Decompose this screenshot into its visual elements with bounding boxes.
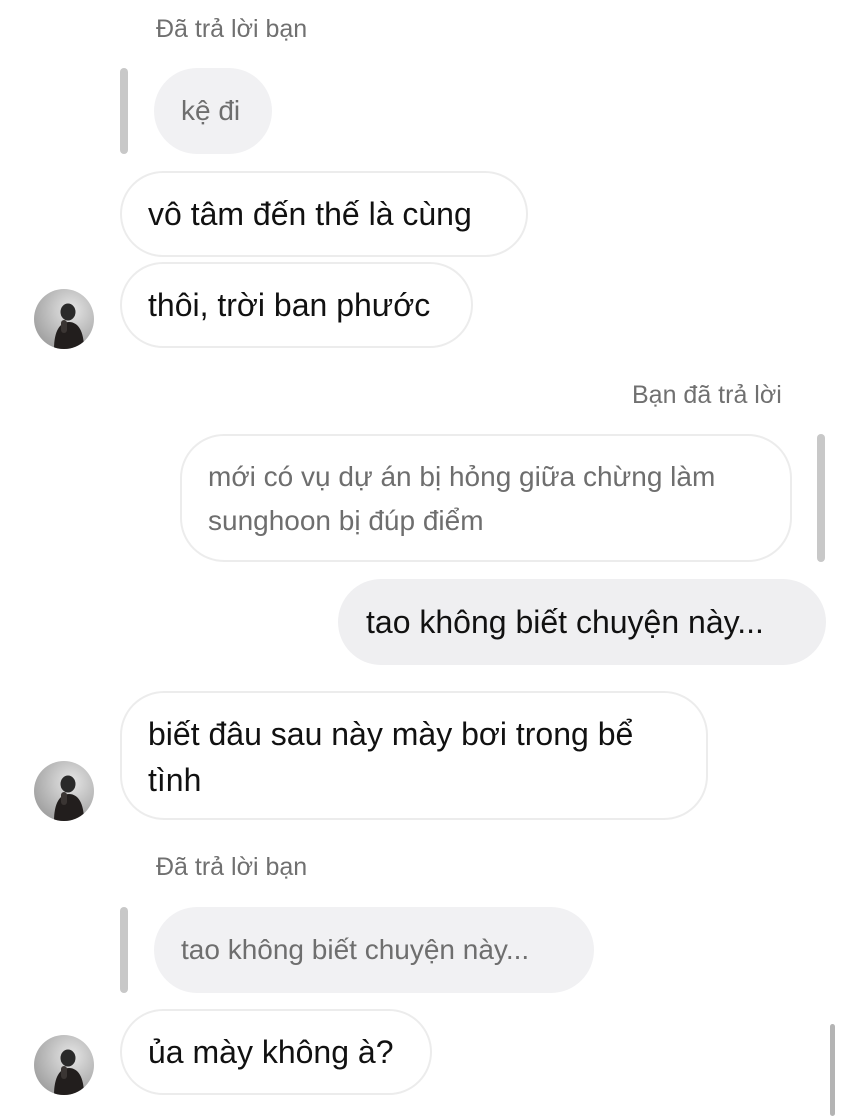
reply-caption: Đã trả lời bạn xyxy=(156,853,308,881)
scrollbar[interactable] xyxy=(830,1024,835,1116)
user-avatar-icon xyxy=(54,303,84,349)
avatar[interactable] xyxy=(34,1035,94,1095)
user-avatar-icon xyxy=(54,1049,84,1095)
reply-caption: Bạn đã trả lời xyxy=(632,381,782,409)
quoted-message-bubble[interactable]: mới có vụ dự án bị hỏng giữa chừng làm s… xyxy=(180,434,792,562)
user-avatar-icon xyxy=(54,775,84,821)
quote-bar xyxy=(817,434,825,562)
incoming-message-bubble[interactable]: thôi, trời ban phước xyxy=(120,262,473,348)
incoming-message-bubble[interactable]: vô tâm đến thế là cùng xyxy=(120,171,528,257)
quote-bar xyxy=(120,907,128,993)
quoted-message-bubble[interactable]: tao không biết chuyện này... xyxy=(154,907,594,993)
quote-bar xyxy=(120,68,128,154)
avatar[interactable] xyxy=(34,289,94,349)
incoming-message-bubble[interactable]: ủa mày không à? xyxy=(120,1009,432,1095)
outgoing-message-bubble[interactable]: tao không biết chuyện này... xyxy=(338,579,826,665)
incoming-message-bubble[interactable]: biết đâu sau này mày bơi trong bể tình xyxy=(120,691,708,820)
avatar[interactable] xyxy=(34,761,94,821)
quoted-message-bubble[interactable]: kệ đi xyxy=(154,68,272,154)
reply-caption: Đã trả lời bạn xyxy=(156,15,308,43)
